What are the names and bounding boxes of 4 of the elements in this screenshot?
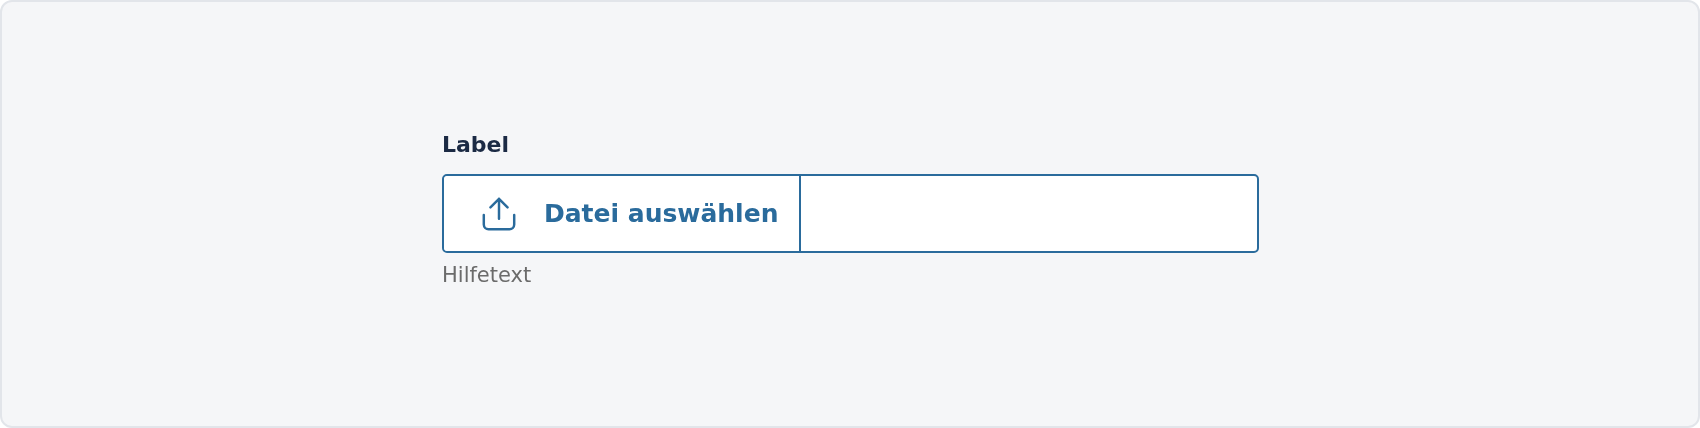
file-input-field[interactable]: Datei auswählen <box>442 174 1259 253</box>
help-text: Hilfetext <box>442 263 532 287</box>
field-label: Label <box>442 131 510 159</box>
choose-file-button[interactable]: Datei auswählen <box>444 176 801 251</box>
